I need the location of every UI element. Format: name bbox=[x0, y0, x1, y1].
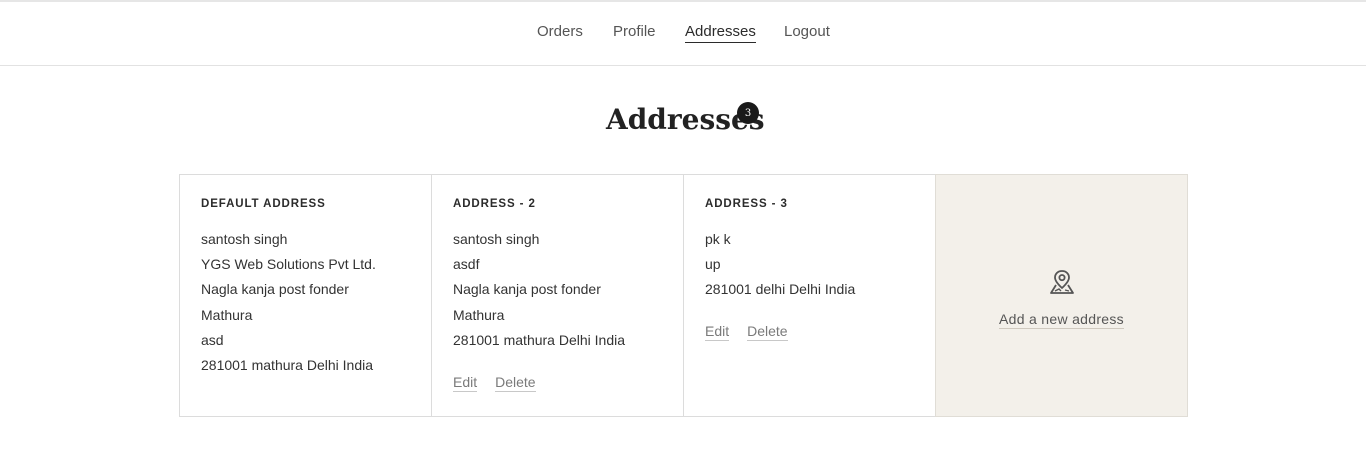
add-address-label[interactable]: Add a new address bbox=[999, 310, 1124, 329]
address-line: up bbox=[705, 256, 721, 273]
address-card-heading: ADDRESS - 3 bbox=[705, 198, 788, 210]
address-line: santosh singh bbox=[201, 231, 288, 247]
address-lines: santosh singh YGS Web Solutions Pvt Ltd.… bbox=[201, 227, 376, 378]
address-line: pk k bbox=[705, 231, 731, 247]
delete-address-button[interactable]: Delete bbox=[747, 322, 788, 341]
address-line: Nagla kanja post fonder bbox=[453, 281, 601, 298]
address-grid: DEFAULT ADDRESS santosh singh YGS Web So… bbox=[179, 174, 1188, 417]
address-card-heading: DEFAULT ADDRESS bbox=[201, 198, 326, 210]
address-card-2: ADDRESS - 2 santosh singh asdf Nagla kan… bbox=[431, 174, 684, 417]
address-line: 281001 delhi Delhi India bbox=[705, 281, 856, 298]
nav-logout[interactable]: Logout bbox=[784, 23, 830, 41]
address-line: 281001 mathura Delhi India bbox=[201, 357, 374, 374]
account-nav: Orders Profile Addresses Logout bbox=[0, 2, 1366, 66]
add-address-card[interactable]: Add a new address bbox=[935, 174, 1188, 417]
address-line: 281001 mathura Delhi India bbox=[453, 331, 626, 348]
nav-addresses[interactable]: Addresses bbox=[685, 23, 756, 43]
address-lines: pk k up 281001 delhi Delhi India bbox=[705, 227, 855, 303]
nav-profile[interactable]: Profile bbox=[613, 23, 656, 41]
address-line: santosh singh bbox=[453, 231, 540, 247]
address-line: Mathura bbox=[453, 306, 505, 323]
address-actions: Edit Delete bbox=[705, 322, 788, 341]
address-line: Mathura bbox=[201, 306, 253, 323]
edit-address-button[interactable]: Edit bbox=[705, 322, 730, 341]
address-card-heading: ADDRESS - 2 bbox=[453, 198, 536, 210]
address-lines: santosh singh asdf Nagla kanja post fond… bbox=[453, 227, 625, 353]
edit-address-button[interactable]: Edit bbox=[453, 373, 478, 392]
address-card-default: DEFAULT ADDRESS santosh singh YGS Web So… bbox=[179, 174, 432, 417]
address-count-badge: 3 bbox=[737, 102, 759, 124]
address-line: YGS Web Solutions Pvt Ltd. bbox=[201, 256, 376, 273]
add-address-content: Add a new address bbox=[936, 269, 1187, 329]
address-actions: Edit Delete bbox=[453, 373, 536, 392]
delete-address-button[interactable]: Delete bbox=[495, 373, 536, 392]
nav-orders[interactable]: Orders bbox=[537, 23, 583, 41]
map-pin-icon bbox=[1048, 269, 1076, 300]
address-line: Nagla kanja post fonder bbox=[201, 281, 349, 298]
address-line: asd bbox=[201, 331, 224, 348]
address-card-3: ADDRESS - 3 pk k up 281001 delhi Delhi I… bbox=[683, 174, 936, 417]
address-line: asdf bbox=[453, 256, 480, 273]
